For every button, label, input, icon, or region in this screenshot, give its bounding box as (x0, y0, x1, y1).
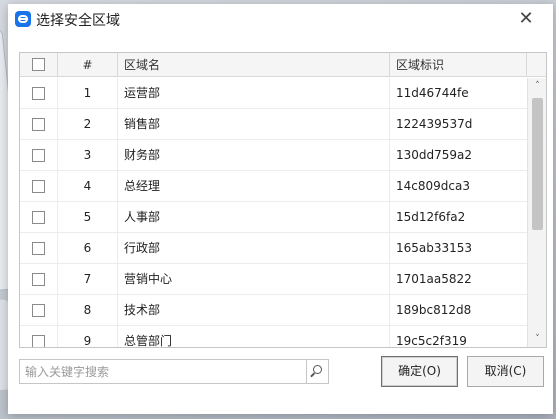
app-logo-icon (15, 11, 31, 27)
row-index: 8 (58, 295, 118, 326)
close-icon: ✕ (518, 8, 534, 29)
table-row[interactable]: 8 技术部 189bc812d8 (20, 295, 527, 326)
row-zone-id: 189bc812d8 (396, 303, 472, 317)
row-select-cell (20, 78, 58, 109)
row-zone-id: 14c809dca3 (396, 179, 470, 193)
row-checkbox[interactable] (32, 304, 45, 317)
title-bar[interactable]: 选择安全区域 ✕ (8, 4, 553, 34)
row-zone-id: 11d46744fe (396, 86, 469, 100)
row-zone-name: 总管部门 (118, 326, 390, 347)
row-zone-name: 人事部 (118, 202, 390, 233)
row-zone-name: 行政部 (118, 233, 390, 264)
search-input[interactable] (20, 360, 305, 383)
search-button[interactable] (306, 360, 328, 383)
row-select-cell (20, 109, 58, 140)
row-checkbox[interactable] (32, 335, 45, 347)
row-checkbox[interactable] (32, 273, 45, 286)
zone-table: # 区域名 区域标识 1 运营部 11d46744fe 2 销售部 122439537d 3… (19, 52, 547, 348)
row-select-cell (20, 326, 58, 347)
table-row[interactable]: 7 营销中心 1701aa5822 (20, 264, 527, 295)
scroll-up-button[interactable]: ˄ (528, 78, 546, 95)
ok-button[interactable]: 确定(O) (381, 356, 458, 387)
row-index: 7 (58, 264, 118, 295)
row-index: 6 (58, 233, 118, 264)
select-all-checkbox[interactable] (32, 58, 45, 71)
row-index: 9 (58, 326, 118, 347)
row-zone-id: 19c5c2f319 (396, 334, 467, 348)
row-index: 5 (58, 202, 118, 233)
row-select-cell (20, 171, 58, 202)
table-row[interactable]: 3 财务部 130dd759a2 (20, 140, 527, 171)
row-zone-id: 165ab33153 (396, 241, 473, 255)
row-checkbox[interactable] (32, 149, 45, 162)
table-row[interactable]: 4 总经理 14c809dca3 (20, 171, 527, 202)
table-row[interactable]: 6 行政部 165ab33153 (20, 233, 527, 264)
search-icon-handle (310, 372, 315, 378)
table-row[interactable]: 1 运营部 11d46744fe (20, 78, 527, 109)
row-checkbox[interactable] (32, 242, 45, 255)
dialog-title: 选择安全区域 (36, 13, 120, 29)
row-checkbox[interactable] (32, 118, 45, 131)
row-zone-id: 122439537d (396, 117, 473, 131)
chevron-up-icon: ˄ (535, 81, 540, 91)
row-zone-name: 技术部 (118, 295, 390, 326)
table-body: 1 运营部 11d46744fe 2 销售部 122439537d 3 财务部 130dd759… (20, 78, 527, 348)
row-zone-name: 总经理 (118, 171, 390, 202)
row-select-cell (20, 140, 58, 171)
row-checkbox[interactable] (32, 87, 45, 100)
row-zone-name: 销售部 (118, 109, 390, 140)
column-header-zone-id[interactable]: 区域标识 (390, 53, 527, 77)
row-zone-id: 130dd759a2 (396, 148, 473, 162)
row-select-cell (20, 264, 58, 295)
row-index: 1 (58, 78, 118, 109)
select-security-zone-dialog: 选择安全区域 ✕ # 区域名 区域标识 1 运营部 11d46744fe 2 销售部 12… (8, 4, 553, 414)
header-select-cell (20, 53, 58, 77)
scroll-thumb[interactable] (532, 98, 543, 230)
row-select-cell (20, 233, 58, 264)
table-header: # 区域名 区域标识 (20, 53, 546, 77)
close-button[interactable]: ✕ (513, 7, 539, 31)
row-zone-id: 1701aa5822 (396, 272, 472, 286)
row-select-cell (20, 202, 58, 233)
row-zone-name: 营销中心 (118, 264, 390, 295)
scroll-down-button[interactable]: ˅ (528, 331, 546, 347)
chevron-down-icon: ˅ (535, 334, 540, 344)
search-box (19, 359, 329, 384)
row-zone-name: 运营部 (118, 78, 390, 109)
column-header-zone-name[interactable]: 区域名 (118, 53, 390, 77)
row-select-cell (20, 295, 58, 326)
row-zone-id: 15d12f6fa2 (396, 210, 466, 224)
table-row[interactable]: 9 总管部门 19c5c2f319 (20, 326, 527, 348)
column-header-index[interactable]: # (58, 53, 118, 77)
vertical-scrollbar[interactable]: ˄ ˅ (527, 78, 546, 347)
cancel-button[interactable]: 取消(C) (467, 356, 544, 387)
row-checkbox[interactable] (32, 211, 45, 224)
table-row[interactable]: 2 销售部 122439537d (20, 109, 527, 140)
row-index: 3 (58, 140, 118, 171)
row-index: 2 (58, 109, 118, 140)
row-zone-name: 财务部 (118, 140, 390, 171)
header-scroll-spacer (527, 53, 546, 77)
row-index: 4 (58, 171, 118, 202)
row-checkbox[interactable] (32, 180, 45, 193)
table-row[interactable]: 5 人事部 15d12f6fa2 (20, 202, 527, 233)
